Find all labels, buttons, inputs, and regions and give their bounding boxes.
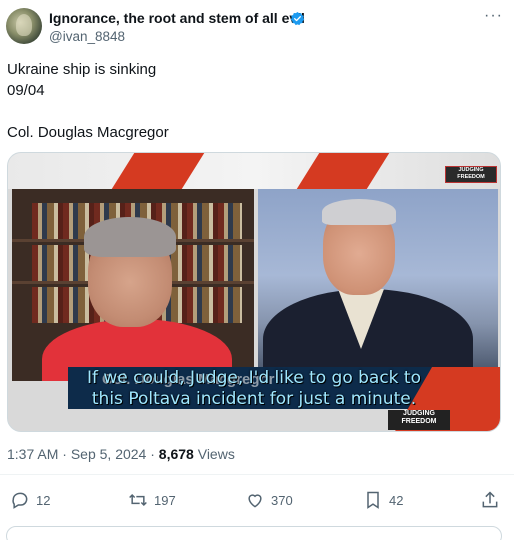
share-icon: [482, 491, 498, 508]
tweet-date[interactable]: Sep 5, 2024: [71, 446, 147, 462]
share-button[interactable]: [480, 486, 500, 514]
tweet-text: Ukraine ship is sinking 09/04 Col. Dougl…: [7, 59, 497, 143]
tweet-timestamp: 1:37 AM · Sep 5, 2024 · 8,678 Views: [7, 446, 235, 462]
channel-logo: JUDGING FREEDOM: [445, 166, 497, 183]
video-panel-guest: [258, 189, 498, 381]
repost-icon: [129, 493, 147, 507]
like-count: 370: [271, 492, 293, 508]
views-count: 8,678: [158, 446, 194, 462]
tweet-text-line: Ukraine ship is sinking: [7, 61, 157, 78]
tweet-text-line: 09/04: [7, 82, 45, 99]
reply-icon: [12, 492, 28, 509]
bookmark-count: 42: [389, 492, 404, 508]
avatar[interactable]: [6, 8, 42, 44]
video-subtitle-line: this Poltava incident for just a minute.: [91, 389, 417, 409]
repost-button[interactable]: 197: [128, 486, 176, 514]
more-horizontal-icon[interactable]: ···: [484, 7, 503, 25]
tweet-text-line: Col. Douglas Macgregor: [7, 124, 169, 141]
tweet-actions: 12 197 370 42: [0, 486, 514, 514]
heart-icon: [248, 494, 262, 508]
reply-count: 12: [36, 492, 51, 508]
author-handle[interactable]: @ivan_8848: [49, 29, 125, 44]
bookmark-icon: [367, 491, 379, 509]
verified-badge-icon: [290, 11, 305, 26]
views-label: Views: [197, 446, 235, 462]
reply-composer-edge: [6, 526, 502, 540]
divider: [0, 474, 514, 475]
repost-count: 197: [154, 492, 176, 508]
like-button[interactable]: 370: [245, 486, 293, 514]
author-display-name[interactable]: Ignorance, the root and stem of all evil: [49, 10, 305, 26]
reply-button[interactable]: 12: [10, 486, 50, 514]
tweet-header: Ignorance, the root and stem of all evil…: [0, 0, 514, 52]
bookmark-button[interactable]: 42: [363, 486, 403, 514]
tweet-time[interactable]: 1:37 AM: [7, 446, 58, 462]
video-subtitle-line: If we could, Judge, I'd like to go back …: [86, 368, 421, 388]
channel-logo-bottom: JUDGING FREEDOM: [388, 410, 450, 430]
video-media[interactable]: JUDGING FREEDOM Col. Douglas Macgregor I…: [7, 152, 501, 432]
video-top-band: [8, 153, 500, 189]
video-panel-host: [12, 189, 254, 381]
